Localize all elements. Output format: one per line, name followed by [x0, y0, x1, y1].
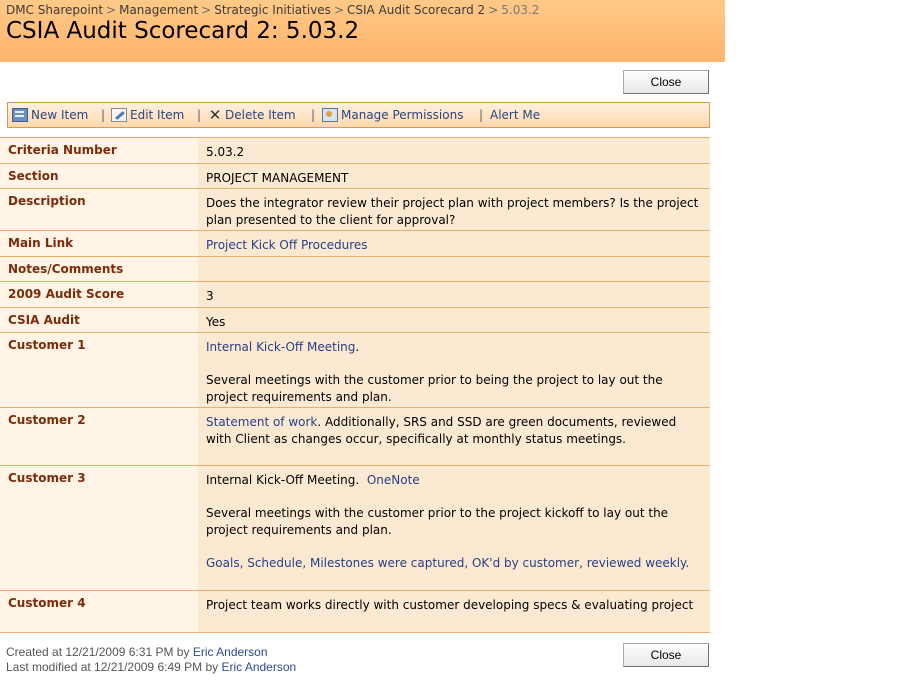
field-label: Description	[0, 189, 198, 230]
field-value	[198, 257, 710, 281]
toolbar-separator: |	[197, 108, 202, 122]
manage-permissions-label: Manage Permissions	[341, 108, 464, 122]
modified-line: Last modified at 12/21/2009 6:49 PM by E…	[6, 660, 296, 675]
new-item-label: New Item	[31, 108, 89, 122]
field-label: Customer 3	[0, 466, 198, 590]
breadcrumb-link-dmc-sharepoint[interactable]: DMC Sharepoint	[6, 3, 103, 17]
field-value: Project Kick Off Procedures	[198, 231, 710, 256]
modified-by-link[interactable]: Eric Anderson	[221, 660, 296, 674]
field-row-section: Section PROJECT MANAGEMENT	[0, 163, 710, 188]
customer3-goals-link[interactable]: Goals, Schedule, Milestones were capture…	[206, 556, 689, 570]
field-row-criteria-number: Criteria Number 5.03.2	[0, 137, 710, 163]
permissions-icon	[322, 108, 338, 122]
customer1-link-suffix: .	[355, 340, 360, 354]
field-row-notes: Notes/Comments	[0, 256, 710, 281]
customer3-text: Several meetings with the customer prior…	[206, 506, 669, 537]
delete-item-button[interactable]: ✕ Delete Item	[208, 106, 296, 124]
breadcrumb-separator: >	[106, 3, 117, 17]
field-row-customer-1: Customer 1 Internal Kick-Off Meeting. Se…	[0, 332, 710, 407]
created-by-link[interactable]: Eric Anderson	[193, 645, 268, 659]
field-value: 5.03.2	[198, 138, 710, 163]
toolbar-separator: |	[311, 108, 316, 122]
close-button-top[interactable]: Close	[623, 70, 709, 94]
breadcrumb-separator: >	[201, 3, 212, 17]
field-row-description: Description Does the integrator review t…	[0, 188, 710, 230]
field-value: PROJECT MANAGEMENT	[198, 164, 710, 188]
created-line: Created at 12/21/2009 6:31 PM by Eric An…	[6, 645, 296, 660]
item-toolbar: New Item | Edit Item | ✕ Delete Item | M…	[7, 102, 710, 128]
created-text: Created at 12/21/2009 6:31 PM by	[6, 645, 190, 659]
breadcrumb-separator: >	[333, 3, 344, 17]
field-value: Internal Kick-Off Meeting. Several meeti…	[198, 333, 710, 407]
main-link[interactable]: Project Kick Off Procedures	[206, 238, 368, 252]
toolbar-separator: |	[101, 108, 106, 122]
modified-text: Last modified at 12/21/2009 6:49 PM by	[6, 660, 219, 674]
edit-item-label: Edit Item	[130, 108, 185, 122]
alert-me-button[interactable]: Alert Me	[490, 108, 540, 122]
field-row-customer-3: Customer 3 Internal Kick-Off Meeting. On…	[0, 465, 710, 590]
field-label: Customer 1	[0, 333, 198, 407]
customer1-line: Internal Kick-Off Meeting.	[206, 339, 700, 356]
toolbar-separator: |	[479, 108, 484, 122]
field-label: Main Link	[0, 231, 198, 256]
close-button-bottom[interactable]: Close	[623, 643, 709, 667]
field-value: Yes	[198, 308, 710, 332]
delete-item-label: Delete Item	[225, 108, 296, 122]
customer2-link[interactable]: Statement of work	[206, 415, 317, 429]
field-row-main-link: Main Link Project Kick Off Procedures	[0, 230, 710, 256]
breadcrumb-link-management[interactable]: Management	[119, 3, 198, 17]
new-item-icon	[12, 108, 28, 122]
field-value: Statement of work. Additionally, SRS and…	[198, 408, 710, 465]
customer1-link[interactable]: Internal Kick-Off Meeting	[206, 340, 355, 354]
customer3-onenote-link[interactable]: OneNote	[367, 473, 420, 487]
delete-x-icon: ✕	[208, 106, 222, 124]
field-value: 3	[198, 282, 710, 307]
field-label: Notes/Comments	[0, 257, 198, 281]
field-row-customer-4: Customer 4 Project team works directly w…	[0, 590, 710, 633]
field-label: Customer 2	[0, 408, 198, 465]
field-label: Customer 4	[0, 591, 198, 632]
breadcrumb-link-csia-audit-scorecard[interactable]: CSIA Audit Scorecard 2	[347, 3, 485, 17]
field-value: Project team works directly with custome…	[198, 591, 710, 632]
page-title: CSIA Audit Scorecard 2: 5.03.2	[6, 18, 360, 44]
edit-item-icon	[111, 108, 127, 122]
field-value: Does the integrator review their project…	[198, 189, 710, 230]
page-header: DMC Sharepoint > Management > Strategic Init…	[0, 0, 725, 62]
breadcrumb-current: 5.03.2	[501, 3, 540, 17]
edit-item-button[interactable]: Edit Item	[111, 108, 184, 122]
alert-me-label: Alert Me	[490, 108, 541, 122]
customer3-text-start: Internal Kick-Off Meeting.	[206, 473, 367, 487]
customer1-text: Several meetings with the customer prior…	[206, 373, 663, 404]
breadcrumb-separator: >	[488, 3, 499, 17]
field-label: Criteria Number	[0, 138, 198, 163]
field-label: 2009 Audit Score	[0, 282, 198, 307]
breadcrumb-link-strategic-initiatives[interactable]: Strategic Initiatives	[214, 3, 331, 17]
field-row-csia-audit: CSIA Audit Yes	[0, 307, 710, 332]
field-row-customer-2: Customer 2 Statement of work. Additional…	[0, 407, 710, 465]
new-item-button[interactable]: New Item	[12, 108, 88, 122]
field-label: CSIA Audit	[0, 308, 198, 332]
field-value: Internal Kick-Off Meeting. OneNote Sever…	[198, 466, 710, 590]
field-row-audit-score: 2009 Audit Score 3	[0, 281, 710, 307]
item-footer: Created at 12/21/2009 6:31 PM by Eric An…	[6, 645, 296, 675]
breadcrumb: DMC Sharepoint > Management > Strategic Init…	[6, 3, 539, 17]
manage-permissions-button[interactable]: Manage Permissions	[322, 108, 463, 122]
field-label: Section	[0, 164, 198, 188]
